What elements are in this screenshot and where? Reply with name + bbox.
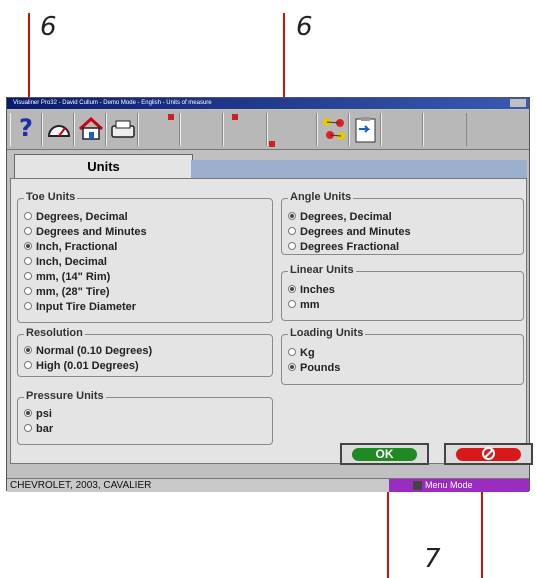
angle-option-degrees-fractional[interactable]: Degrees Fractional xyxy=(288,241,399,253)
angle-units-group: Angle Units Degrees, Decimal Degrees and… xyxy=(281,191,524,255)
cancel-button[interactable] xyxy=(444,443,533,465)
no-entry-icon xyxy=(482,447,495,460)
toe-option-input-tire-diameter[interactable]: Input Tire Diameter xyxy=(24,301,136,313)
loading-units-group: Loading Units Kg Pounds xyxy=(281,327,524,385)
toolbar-slot-12[interactable] xyxy=(423,113,467,146)
toolbar-indicator xyxy=(168,114,174,120)
app-window: Visualiner Pro32 - David Cullum - Demo M… xyxy=(6,97,533,492)
ok-button-label: OK xyxy=(352,448,417,461)
printer-icon xyxy=(111,120,135,138)
loading-option-kg[interactable]: Kg xyxy=(288,347,315,359)
toolbar-slot-11[interactable] xyxy=(381,113,423,146)
home-icon xyxy=(78,116,104,140)
molecule-button[interactable] xyxy=(317,113,349,146)
toe-option-mm-rim[interactable]: mm, (14" Rim) xyxy=(24,271,110,283)
toolbar-indicator xyxy=(232,114,238,120)
linear-units-legend: Linear Units xyxy=(288,264,356,276)
help-icon: ? xyxy=(19,114,33,142)
loading-units-legend: Loading Units xyxy=(288,327,366,339)
resolution-option-high[interactable]: High (0.01 Degrees) xyxy=(24,360,139,372)
linear-option-mm[interactable]: mm xyxy=(288,299,320,311)
toolbar-indicator xyxy=(269,141,275,147)
home-button[interactable] xyxy=(74,113,106,146)
resolution-group: Resolution Normal (0.10 Degrees) High (0… xyxy=(17,327,273,377)
molecule-icon xyxy=(323,118,345,140)
gauge-button[interactable] xyxy=(42,113,74,146)
toolbar: ? xyxy=(7,110,529,150)
pressure-option-bar[interactable]: bar xyxy=(24,423,53,435)
toe-option-inch-fractional[interactable]: Inch, Fractional xyxy=(24,241,117,253)
toolbar-slot-7[interactable] xyxy=(223,113,267,146)
tab-units[interactable]: Units xyxy=(14,154,193,179)
clipboard-button[interactable] xyxy=(349,113,381,146)
pressure-option-psi[interactable]: psi xyxy=(24,408,52,420)
callout-6-left: 6 xyxy=(40,12,57,42)
units-panel: Toe Units Degrees, Decimal Degrees and M… xyxy=(10,178,527,464)
callout-7: 7 xyxy=(424,544,441,574)
print-button[interactable] xyxy=(106,113,138,146)
angle-units-legend: Angle Units xyxy=(288,191,354,203)
help-button[interactable]: ? xyxy=(10,113,42,146)
menu-mode-label: Menu Mode xyxy=(425,480,473,490)
tab-strip xyxy=(191,160,527,179)
toe-units-group: Toe Units Degrees, Decimal Degrees and M… xyxy=(17,191,273,323)
linear-units-group: Linear Units Inches mm xyxy=(281,264,524,321)
keyboard-icon xyxy=(413,481,422,490)
title-bar: Visualiner Pro32 - David Cullum - Demo M… xyxy=(7,98,529,109)
window-title: Visualiner Pro32 - David Cullum - Demo M… xyxy=(13,100,212,106)
pressure-units-legend: Pressure Units xyxy=(24,390,106,402)
cancel-pill xyxy=(456,447,521,461)
gauge-icon xyxy=(47,125,71,137)
angle-option-degrees-decimal[interactable]: Degrees, Decimal xyxy=(288,211,392,223)
toe-option-inch-decimal[interactable]: Inch, Decimal xyxy=(24,256,107,268)
callout-6-right: 6 xyxy=(296,12,313,42)
loading-option-pounds[interactable]: Pounds xyxy=(288,362,340,374)
pressure-units-group: Pressure Units psi bar xyxy=(17,390,273,445)
angle-option-degrees-minutes[interactable]: Degrees and Minutes xyxy=(288,226,411,238)
menu-mode-indicator[interactable]: Menu Mode xyxy=(389,479,529,492)
ok-button[interactable]: OK xyxy=(340,443,429,465)
toe-option-mm-tire[interactable]: mm, (28" Tire) xyxy=(24,286,109,298)
vehicle-status: CHEVROLET, 2003, CAVALIER xyxy=(10,480,152,491)
toe-units-legend: Toe Units xyxy=(24,191,78,203)
toolbar-slot-6[interactable] xyxy=(180,113,223,146)
status-bar: CHEVROLET, 2003, CAVALIER Menu Mode xyxy=(7,478,529,492)
clipboard-icon xyxy=(355,117,376,143)
toe-option-degrees-minutes[interactable]: Degrees and Minutes xyxy=(24,226,147,238)
toe-option-degrees-decimal[interactable]: Degrees, Decimal xyxy=(24,211,128,223)
linear-option-inches[interactable]: Inches xyxy=(288,284,335,296)
resolution-option-normal[interactable]: Normal (0.10 Degrees) xyxy=(24,345,152,357)
window-controls[interactable] xyxy=(510,99,526,107)
resolution-legend: Resolution xyxy=(24,327,85,339)
